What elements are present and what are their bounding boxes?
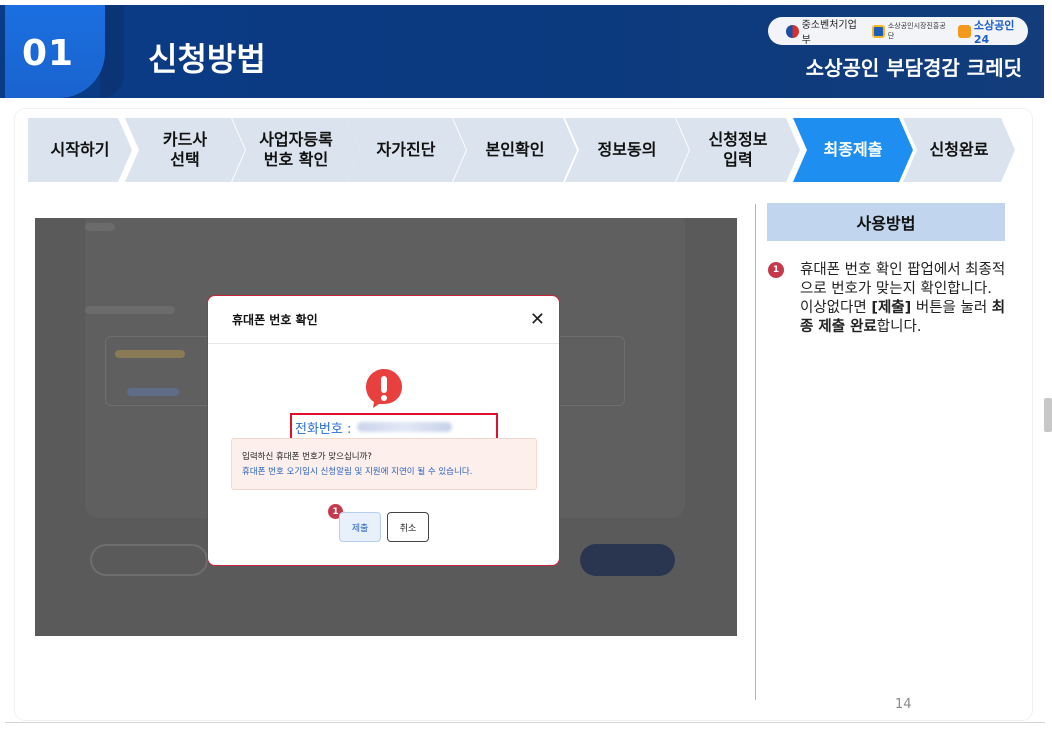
page-number: 14	[895, 697, 912, 712]
step-self-check: 자가진단	[346, 118, 466, 182]
shield-logo-icon	[872, 24, 885, 38]
cancel-button[interactable]: 취소	[387, 512, 429, 542]
blurred-phone-number	[357, 422, 453, 432]
step-start: 시작하기	[28, 118, 132, 182]
usage-line-1: 휴대폰 번호 확인 팝업에서 최종적으로 번호가 맞는지 확인합니다.	[800, 262, 1006, 297]
usage-text: 휴대폰 번호 확인 팝업에서 최종적으로 번호가 맞는지 확인합니다. 이상없다…	[800, 261, 1008, 337]
logo-bar: 중소벤처기업부 소상공인시장진흥공단 소상공인24	[768, 16, 1028, 46]
usage-title: 사용방법	[767, 203, 1005, 241]
usage-marker-1: 1	[768, 262, 784, 278]
dimmed-button	[580, 544, 675, 576]
divider	[755, 204, 756, 700]
logo-sbiz24: 소상공인24	[958, 17, 1028, 46]
bottom-border	[5, 722, 1045, 723]
step-application-info: 신청정보 입력	[676, 118, 800, 182]
phone-label: 전화번호 :	[295, 421, 352, 437]
step-identity: 본인확인	[453, 118, 577, 182]
warning-note: 휴대폰 번호 오기입시 신청알림 및 지원에 지연이 될 수 있습니다.	[242, 467, 473, 477]
step-final-submit: 최종제출	[793, 118, 913, 182]
dimmed-text	[85, 223, 115, 231]
warning-question: 입력하신 휴대폰 번호가 맞으십니까?	[242, 452, 372, 462]
exclamation-icon	[366, 369, 402, 408]
logo-mss: 중소벤처기업부	[786, 16, 864, 46]
step-consent: 정보동의	[565, 118, 689, 182]
close-icon[interactable]: ✕	[530, 310, 545, 329]
dimmed-text	[127, 388, 179, 396]
brand-title: 소상공인 부담경감 크레딧	[805, 56, 1022, 80]
scrollbar-thumb[interactable]	[1044, 398, 1052, 432]
logo-semas: 소상공인시장진흥공단	[872, 21, 950, 41]
section-title: 신청방법	[148, 40, 266, 78]
step-business-number: 사업자등록 번호 확인	[232, 118, 360, 182]
modal-title: 휴대폰 번호 확인	[232, 313, 318, 327]
p-logo-icon	[958, 24, 971, 38]
step-card-company: 카드사 선택	[125, 118, 245, 182]
header: 01 신청방법 중소벤처기업부 소상공인시장진흥공단 소상공인24 소상공인 부…	[0, 0, 1052, 98]
phone-number-highlight: 전화번호 :	[290, 413, 498, 441]
submit-button[interactable]: 제출	[339, 512, 381, 542]
phone-confirm-modal: 휴대폰 번호 확인 ✕ 전화번호 : 입력하신 휴대폰 번호가 맞으십니까? 휴…	[207, 295, 560, 566]
taegeuk-icon	[786, 24, 799, 38]
usage-instructions: 1 휴대폰 번호 확인 팝업에서 최종적으로 번호가 맞는지 확인합니다. 이상…	[768, 261, 1008, 337]
modal-header: 휴대폰 번호 확인 ✕	[208, 296, 559, 344]
step-complete: 신청완료	[903, 118, 1015, 182]
warning-box: 입력하신 휴대폰 번호가 맞으십니까? 휴대폰 번호 오기입시 신청알림 및 지…	[231, 438, 537, 490]
dimmed-text	[85, 306, 175, 314]
dimmed-text	[115, 350, 185, 358]
usage-line-2: 이상없다면 [제출] 버튼을 눌러 최종 제출 완료합니다.	[800, 300, 1006, 335]
step-progress: 시작하기 카드사 선택 사업자등록 번호 확인 자가진단 본인확인 정보동의 신…	[28, 118, 1018, 182]
dimmed-button	[90, 544, 208, 576]
section-number: 01	[22, 33, 75, 74]
